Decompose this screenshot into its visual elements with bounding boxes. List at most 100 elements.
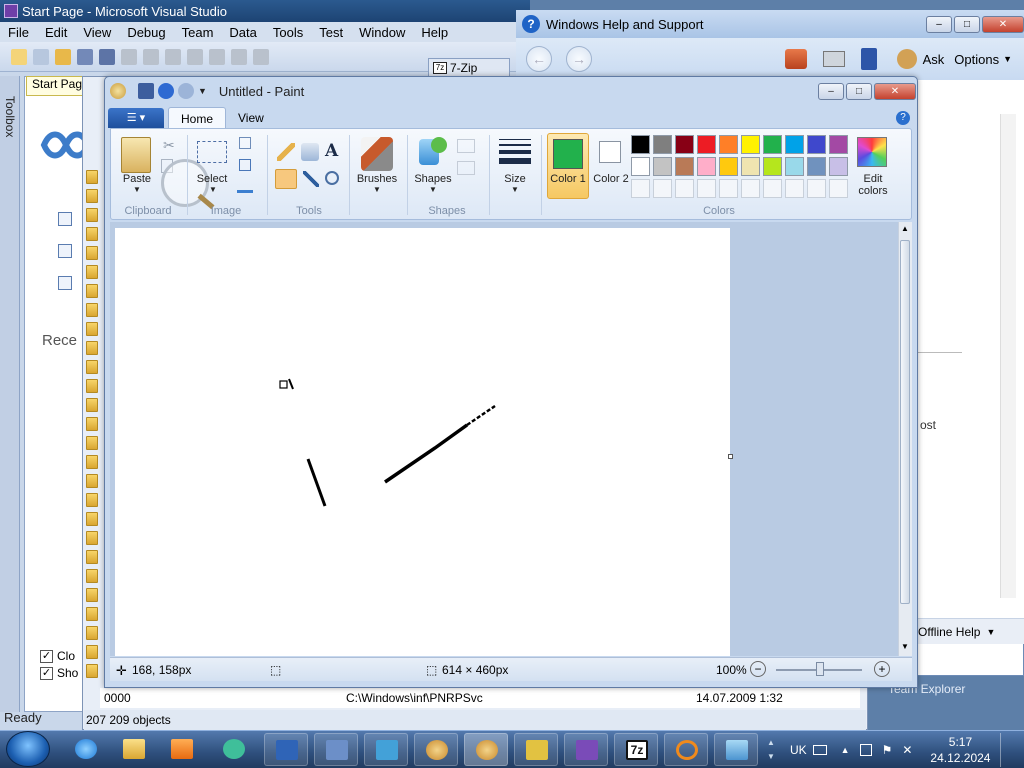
action-center-icon[interactable]: ⚑ bbox=[882, 743, 893, 757]
palette-custom-slot[interactable] bbox=[719, 179, 738, 198]
folder-icon[interactable] bbox=[86, 626, 98, 640]
select-button[interactable]: Select bbox=[193, 173, 231, 185]
cut-icon[interactable]: ✂ bbox=[163, 137, 175, 154]
folder-icon[interactable] bbox=[86, 398, 98, 412]
help-title-bar[interactable]: ? Windows Help and Support – □ ✕ bbox=[516, 10, 1024, 38]
vs-menu-team[interactable]: Team bbox=[174, 25, 222, 40]
folder-icon[interactable] bbox=[86, 246, 98, 260]
folder-icon[interactable] bbox=[86, 550, 98, 564]
shape-fill-icon[interactable] bbox=[457, 161, 475, 175]
palette-custom-slot[interactable] bbox=[631, 179, 650, 198]
folder-icon[interactable] bbox=[86, 664, 98, 678]
quick-redo-icon[interactable] bbox=[178, 83, 194, 99]
undo-icon[interactable] bbox=[187, 48, 203, 65]
taskbar-media-player[interactable] bbox=[160, 733, 204, 766]
palette-custom-slot[interactable] bbox=[653, 179, 672, 198]
cut-icon[interactable] bbox=[121, 48, 137, 65]
folder-icon[interactable] bbox=[86, 493, 98, 507]
tab-home[interactable]: Home bbox=[168, 107, 227, 129]
zoom-in-button[interactable]: + bbox=[874, 661, 890, 677]
folder-icon[interactable] bbox=[86, 284, 98, 298]
taskbar-paint-2[interactable] bbox=[464, 733, 508, 766]
folder-icon[interactable] bbox=[86, 531, 98, 545]
help-close-button[interactable]: ✕ bbox=[982, 15, 1024, 33]
palette-swatch[interactable] bbox=[675, 135, 694, 154]
palette-swatch[interactable] bbox=[653, 157, 672, 176]
taskbar-network[interactable] bbox=[314, 733, 358, 766]
redo-icon[interactable] bbox=[209, 48, 225, 65]
help-scrollbar[interactable] bbox=[1000, 114, 1016, 598]
folder-icon[interactable] bbox=[86, 588, 98, 602]
rotate-icon[interactable] bbox=[237, 181, 253, 193]
help-circle-icon[interactable]: ? bbox=[896, 111, 910, 125]
save-all-icon[interactable] bbox=[99, 48, 115, 65]
palette-swatch[interactable] bbox=[631, 135, 650, 154]
zoom-slider-thumb[interactable] bbox=[816, 662, 824, 676]
taskbar-scroll-arrows[interactable]: ▲ ▼ bbox=[766, 736, 776, 764]
vs-menu-view[interactable]: View bbox=[75, 25, 119, 40]
palette-swatch[interactable] bbox=[763, 157, 782, 176]
folder-icon[interactable] bbox=[86, 607, 98, 621]
palette-swatch[interactable] bbox=[697, 157, 716, 176]
taskbar-help[interactable] bbox=[714, 733, 758, 766]
scroll-down-icon[interactable]: ▼ bbox=[900, 642, 910, 651]
copy-icon[interactable] bbox=[143, 48, 159, 65]
toolbox-tab[interactable]: Toolbox bbox=[0, 76, 20, 712]
palette-custom-slot[interactable] bbox=[785, 179, 804, 198]
outline-icon[interactable] bbox=[457, 139, 475, 153]
vs-menu-test[interactable]: Test bbox=[311, 25, 351, 40]
palette-custom-slot[interactable] bbox=[829, 179, 848, 198]
paint-title-bar[interactable]: ▼ Untitled - Paint – □ ✕ bbox=[106, 78, 916, 104]
vs-menu-debug[interactable]: Debug bbox=[119, 25, 173, 40]
file-list-row[interactable]: 0000 C:\Windows\inf\PNRPSvc 14.07.2009 1… bbox=[100, 688, 860, 708]
paint-menu-button[interactable]: ☰ ▾ bbox=[108, 108, 164, 128]
palette-swatch[interactable] bbox=[741, 135, 760, 154]
open-file-icon[interactable] bbox=[55, 48, 71, 65]
palette-custom-slot[interactable] bbox=[675, 179, 694, 198]
palette-swatch[interactable] bbox=[785, 135, 804, 154]
paint-maximize-button[interactable]: □ bbox=[846, 82, 872, 100]
print-icon[interactable] bbox=[822, 51, 845, 67]
color2-swatch[interactable] bbox=[599, 141, 621, 163]
new-project-link-icon[interactable] bbox=[58, 212, 72, 226]
help-minimize-button[interactable]: – bbox=[926, 15, 952, 33]
options-button[interactable]: Options bbox=[954, 52, 999, 67]
scroll-thumb[interactable] bbox=[900, 240, 910, 604]
zoom-out-button[interactable]: − bbox=[750, 661, 766, 677]
folder-icon[interactable] bbox=[86, 360, 98, 374]
open-project-link-icon[interactable] bbox=[58, 244, 72, 258]
palette-custom-slot[interactable] bbox=[697, 179, 716, 198]
home-icon[interactable] bbox=[784, 49, 807, 69]
keyboard-icon[interactable] bbox=[812, 745, 827, 755]
start-button[interactable] bbox=[6, 731, 50, 767]
folder-icon[interactable] bbox=[86, 417, 98, 431]
folder-icon[interactable] bbox=[86, 379, 98, 393]
palette-swatch[interactable] bbox=[719, 135, 738, 154]
folder-icon[interactable] bbox=[86, 645, 98, 659]
folder-icon[interactable] bbox=[86, 265, 98, 279]
folder-icon[interactable] bbox=[86, 303, 98, 317]
palette-swatch[interactable] bbox=[719, 157, 738, 176]
canvas-resize-handle[interactable] bbox=[728, 454, 733, 459]
palette-swatch[interactable] bbox=[697, 135, 716, 154]
palette-custom-slot[interactable] bbox=[763, 179, 782, 198]
size-button[interactable]: Size bbox=[495, 173, 535, 185]
taskbar-app-notes[interactable] bbox=[514, 733, 558, 766]
quick-save-icon[interactable] bbox=[138, 83, 154, 99]
crop-icon[interactable] bbox=[239, 137, 251, 149]
brushes-button[interactable]: Brushes bbox=[353, 173, 401, 185]
palette-swatch[interactable] bbox=[807, 157, 826, 176]
select-icon[interactable] bbox=[197, 141, 227, 163]
ask-icon[interactable] bbox=[896, 49, 917, 69]
palette-swatch[interactable] bbox=[785, 157, 804, 176]
text-tool-icon[interactable]: A bbox=[325, 141, 338, 161]
taskbar-app-arrow[interactable] bbox=[364, 733, 408, 766]
pencil-icon[interactable] bbox=[277, 143, 295, 161]
zoom-tool-icon[interactable] bbox=[325, 171, 339, 185]
folder-icon[interactable] bbox=[86, 208, 98, 222]
vs-menu-help[interactable]: Help bbox=[413, 25, 456, 40]
palette-swatch[interactable] bbox=[741, 157, 760, 176]
edit-colors-icon[interactable] bbox=[857, 137, 887, 167]
color2-label[interactable]: Color 2 bbox=[591, 173, 631, 185]
sevenzip-window-tab[interactable]: 7z 7-Zip bbox=[428, 58, 510, 78]
